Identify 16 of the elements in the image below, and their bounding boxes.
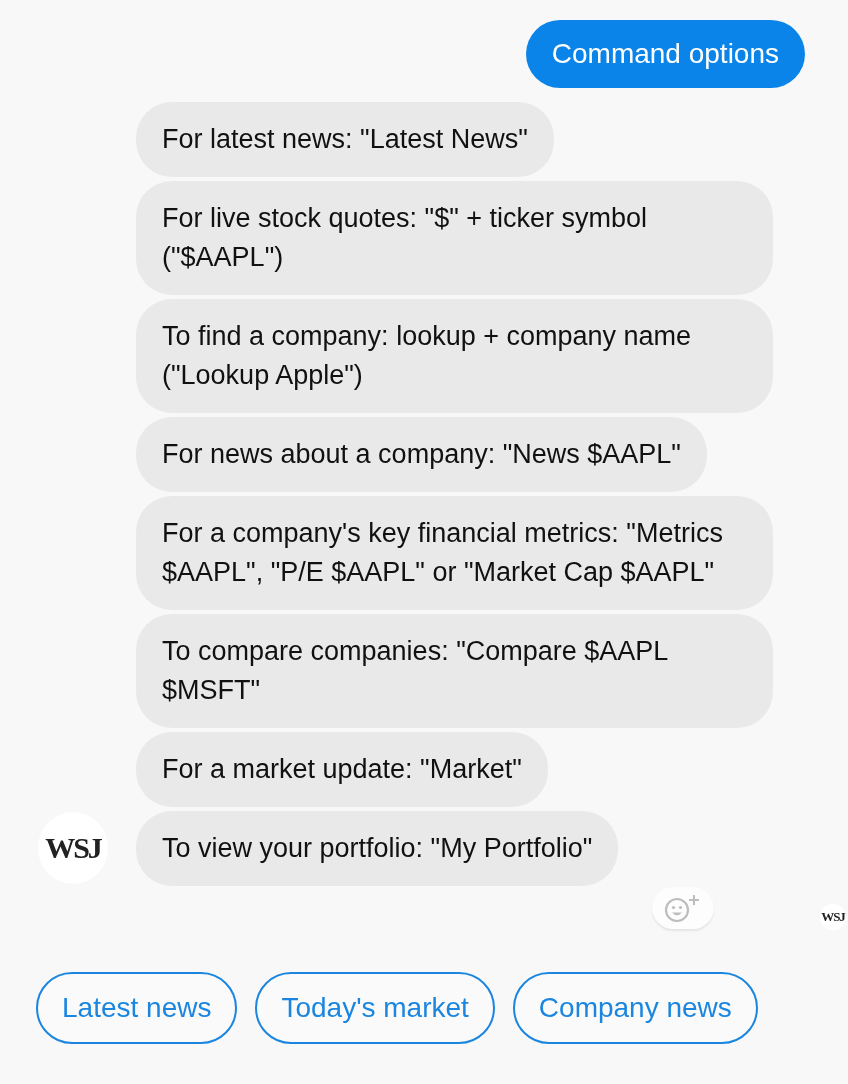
message-bubble: To compare companies: "Compare $AAPL $MSFT"	[136, 614, 773, 728]
quick-reply-button[interactable]: Today's market	[255, 972, 495, 1044]
sender-avatar: WSJ	[38, 812, 108, 884]
message-bubble: For a market update: "Market"	[136, 732, 548, 807]
message-bubble: For live stock quotes: "$" + ticker symbol ("$AAPL")	[136, 181, 773, 295]
quick-reply-button[interactable]: Company news	[512, 972, 758, 1044]
message-bubble: For a company's key financial metrics: "Metrics $AAPL", "P/E $AAPL" or "Market Cap $AAPL"	[136, 496, 773, 610]
add-reaction-button[interactable]	[652, 887, 714, 929]
quick-reply-button[interactable]: Latest news	[36, 972, 238, 1044]
message-bubble: For latest news: "Latest News"	[136, 102, 554, 177]
message-bubble: To find a company: lookup + company name ("Lookup Apple")	[136, 299, 773, 413]
read-receipt-avatar: WSJ	[820, 904, 846, 930]
smiley-plus-icon	[664, 893, 702, 923]
message-bubble: For news about a company: "News $AAPL"	[136, 417, 707, 492]
sent-message-bubble: Command options	[525, 20, 805, 88]
message-bubble: To view your portfolio: "My Portfolio"	[136, 811, 619, 886]
